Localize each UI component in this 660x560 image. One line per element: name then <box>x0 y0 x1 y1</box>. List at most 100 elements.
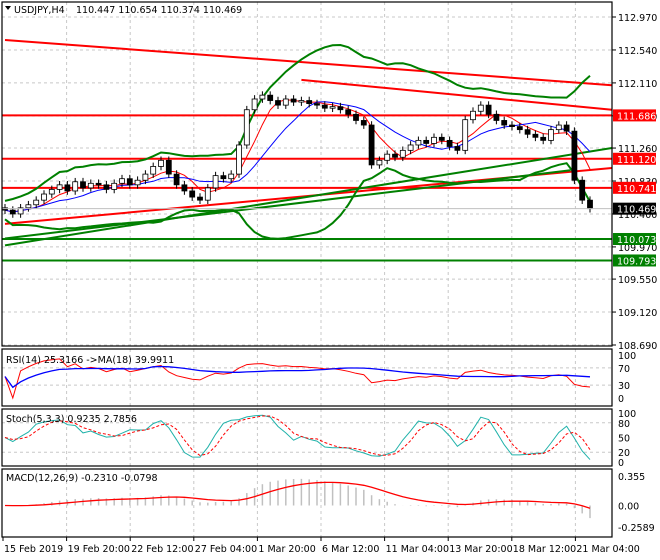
y-tick-label: 109.550 <box>618 275 657 286</box>
candle <box>220 175 227 180</box>
x-tick-label: 11 Mar 04:00 <box>386 544 449 555</box>
macd-tick-label: 0.355 <box>618 472 645 483</box>
candle <box>48 189 55 195</box>
candle <box>173 173 180 186</box>
candle <box>353 113 359 121</box>
rsi-tick-label: 100 <box>618 351 636 362</box>
candle <box>555 124 562 131</box>
candle <box>540 136 547 141</box>
candle <box>197 196 203 201</box>
candle <box>579 179 586 201</box>
x-tick-label: 13 Mar 20:00 <box>449 544 512 555</box>
candle <box>158 159 164 167</box>
stoch-tick-label: 50 <box>618 434 630 445</box>
macd-signal-line <box>4 481 591 509</box>
x-tick-label: 1 Mar 20:00 <box>258 544 315 555</box>
y-tick-label: 112.540 <box>618 46 657 57</box>
candle <box>563 124 570 132</box>
x-tick-label: 6 Mar 12:00 <box>322 544 379 555</box>
price-tag-label: 111.686 <box>617 111 656 122</box>
candle <box>501 120 508 126</box>
x-tick-label: 19 Feb 20:00 <box>68 544 130 555</box>
candle <box>415 139 422 146</box>
candle <box>87 182 94 189</box>
candle <box>306 100 313 104</box>
x-tick-label: 27 Feb 04:00 <box>195 544 257 555</box>
candle <box>524 129 531 135</box>
candle <box>259 94 266 100</box>
trendline[interactable] <box>4 147 612 247</box>
candle <box>212 175 219 189</box>
price-tag-label: 110.469 <box>617 205 656 216</box>
candle <box>438 136 445 141</box>
candle <box>95 182 102 186</box>
candle <box>462 119 469 151</box>
candle <box>571 130 578 181</box>
price-tag-label: 109.793 <box>617 256 656 267</box>
candle <box>477 104 484 112</box>
candle <box>548 129 554 141</box>
panel-frame-0 <box>1 1 613 347</box>
candle <box>392 153 398 158</box>
candle <box>376 159 383 166</box>
candle <box>119 178 125 184</box>
candle <box>150 166 157 175</box>
panel-frames <box>1 1 613 538</box>
candle <box>493 113 500 121</box>
candle <box>446 139 453 147</box>
candle <box>80 181 86 189</box>
candle <box>384 153 391 161</box>
indicator-panels[interactable] <box>4 358 591 519</box>
candle <box>64 184 71 192</box>
candle <box>314 103 320 106</box>
trendline[interactable] <box>4 38 612 87</box>
macd-label: MACD(12,26,9) -0.2310 -0.0798 <box>6 473 158 484</box>
dropdown-triangle-icon[interactable] <box>5 6 11 10</box>
candle <box>275 100 281 106</box>
y-tick-label: 109.120 <box>618 308 657 319</box>
trendline[interactable] <box>4 169 571 240</box>
candle <box>9 209 16 215</box>
candle <box>25 204 32 209</box>
candle <box>72 181 79 192</box>
candle <box>267 94 274 101</box>
rsi-label: RSI(14) 25.3166 ->MA(18) 39.9911 <box>6 355 174 366</box>
candle <box>33 199 40 206</box>
candle <box>532 133 539 138</box>
y-tick-label: 112.970 <box>618 13 657 24</box>
price-panel[interactable] <box>2 38 612 262</box>
candle <box>407 144 414 151</box>
candle <box>431 136 437 144</box>
candle <box>509 124 515 127</box>
candle <box>399 149 406 158</box>
rsi-ma-line <box>4 365 591 389</box>
candle <box>290 98 297 103</box>
candle <box>454 146 461 151</box>
candle <box>165 159 172 175</box>
x-tick-label: 18 Mar 12:00 <box>513 544 576 555</box>
stoch-tick-label: 80 <box>618 419 630 430</box>
moving-average-slow <box>4 101 591 213</box>
candle <box>243 109 250 146</box>
x-tick-label: 22 Feb 12:00 <box>131 544 193 555</box>
x-tick-label: 21 Mar 04:00 <box>576 544 639 555</box>
candle <box>321 104 328 109</box>
symbol-timeframe: USDJPY,H4 <box>14 5 65 16</box>
grid <box>2 2 612 537</box>
candle <box>111 182 118 190</box>
macd-tick-label: 0.00 <box>618 501 639 512</box>
stoch-label: Stoch(5,3,3) 0.9235 2.7856 <box>6 414 137 425</box>
candle <box>423 139 430 144</box>
candle <box>204 187 211 201</box>
candle <box>298 100 305 103</box>
candle <box>189 190 196 198</box>
stoch-tick-label: 0 <box>618 458 624 469</box>
rsi-tick-label: 0 <box>618 394 624 405</box>
candle <box>360 120 367 126</box>
trading-chart[interactable]: 15 Feb 2019 19 Feb 20:00 22 Feb 12:00 27 Fe… <box>0 0 660 560</box>
candle <box>470 110 476 121</box>
rsi-tick-label: 30 <box>618 381 630 392</box>
candle <box>228 173 235 180</box>
candle <box>181 184 188 192</box>
candle <box>485 104 492 115</box>
